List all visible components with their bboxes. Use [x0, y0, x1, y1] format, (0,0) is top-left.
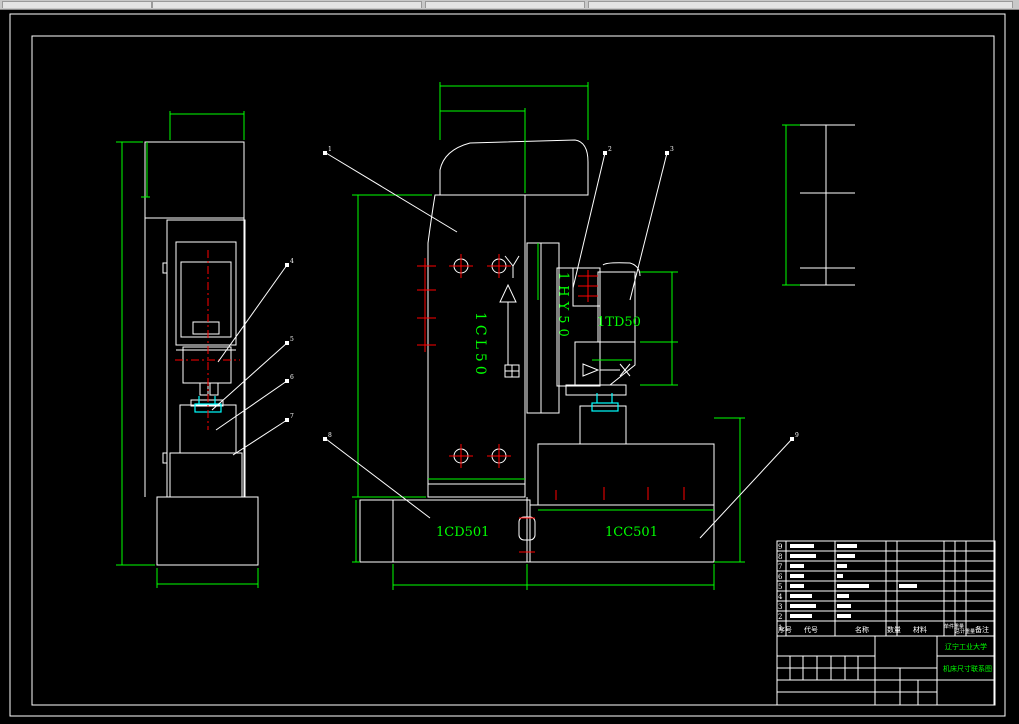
side-view-base [156, 496, 259, 566]
document-tab-1[interactable] [2, 1, 152, 8]
title-block-drawing-title: 机床尺寸联系图 [943, 664, 992, 673]
front-view-tool-highlight [591, 393, 619, 412]
title-block-row-numbers: 9 8 7 6 5 4 3 2 1 [778, 543, 783, 632]
side-view [144, 141, 259, 566]
front-view-right-base [537, 443, 715, 506]
svg-text:2: 2 [778, 613, 782, 621]
title-block-school: 辽宁工业大学 [945, 642, 987, 651]
svg-text:序号: 序号 [778, 625, 792, 634]
balloon-numbers: 1 2 3 4 5 6 7 8 9 [290, 146, 799, 439]
title-block-header: 序号 代号 名称 数量 材料 单件重量 总计重量 备注 [778, 623, 989, 635]
svg-text:数量: 数量 [887, 625, 901, 634]
svg-text:8: 8 [778, 553, 782, 561]
svg-text:5: 5 [290, 336, 294, 343]
svg-text:5: 5 [778, 583, 782, 591]
svg-text:1: 1 [328, 146, 332, 153]
svg-text:7: 7 [290, 413, 294, 420]
document-tab-bar [0, 0, 1019, 10]
svg-text:9: 9 [795, 432, 799, 439]
side-view-upper-column [144, 141, 245, 219]
svg-text:材料: 材料 [913, 625, 927, 634]
front-view-feed-head [574, 341, 636, 386]
front-view-leaders [211, 152, 793, 539]
svg-text:3: 3 [778, 603, 782, 611]
side-view-center-lines [175, 250, 240, 430]
label-base-left: 1CD501 [436, 525, 489, 540]
svg-text:6: 6 [778, 573, 783, 581]
document-tab-2[interactable] [152, 1, 422, 8]
label-feed-unit: 1TD50 [597, 315, 641, 330]
front-view-center-lines [417, 254, 685, 553]
svg-text:3: 3 [670, 146, 674, 153]
label-press-main: 1CL50 [472, 312, 488, 379]
svg-text:4: 4 [290, 258, 294, 265]
front-view-slide-unit [597, 271, 636, 343]
svg-text:6: 6 [290, 374, 294, 381]
svg-text:2: 2 [608, 146, 612, 153]
front-view-column-rib [526, 242, 542, 414]
document-tab-4[interactable] [588, 1, 1013, 8]
front-view-outlines [359, 139, 715, 563]
document-tab-3[interactable] [425, 1, 585, 8]
label-base-right: 1CC501 [605, 525, 658, 540]
svg-text:7: 7 [778, 563, 782, 571]
side-view-motor [180, 261, 232, 338]
label-cylinder-box: 1HY50 [556, 272, 571, 342]
svg-text:8: 8 [328, 432, 332, 439]
svg-text:备注: 备注 [975, 625, 989, 634]
svg-text:4: 4 [778, 593, 783, 601]
front-view-upper-head [439, 139, 589, 196]
front-view-dimensions [352, 82, 745, 590]
svg-text:总计重量: 总计重量 [955, 628, 975, 635]
side-view-motor-housing [175, 241, 237, 346]
svg-text:名称: 名称 [855, 625, 869, 634]
stroke-diagram [800, 124, 855, 286]
title-block [776, 540, 996, 706]
svg-text:9: 9 [778, 543, 782, 551]
stroke-diagram-dimensions [782, 124, 800, 286]
cad-drawing-canvas[interactable]: 1CL50 1HY50 1TD50 1CD501 1CC501 9 8 7 6 … [0, 10, 1019, 724]
svg-text:代号: 代号 [804, 625, 818, 634]
